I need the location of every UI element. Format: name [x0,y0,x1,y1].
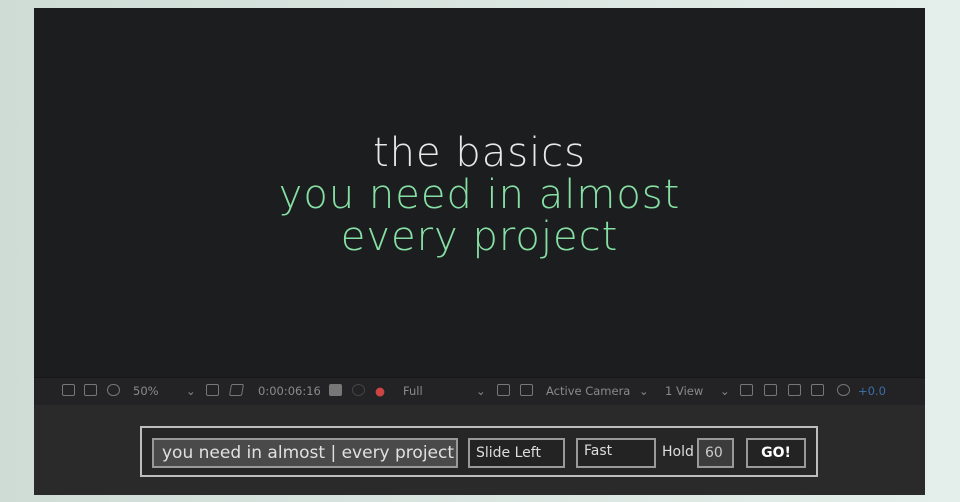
composition-viewer: the basics you need in almost every proj… [34,8,925,377]
chevron-down-icon[interactable]: ⌄ [720,384,730,398]
chevron-down-icon[interactable]: ⌄ [186,384,196,398]
region-of-interest-icon[interactable] [497,384,510,396]
zoom-dropdown[interactable]: 50% [133,384,159,398]
timeline-icon[interactable] [788,384,801,396]
grid-guides-icon[interactable] [206,384,219,396]
exposure-icon[interactable] [837,384,850,396]
hold-input[interactable]: 60 [697,438,734,468]
title-line-3: every project [340,214,619,260]
mask-icon[interactable] [107,384,120,396]
always-preview-icon[interactable] [62,384,75,396]
chevron-down-icon[interactable]: ⌄ [476,384,486,398]
text-input[interactable]: you need in almost | every project [152,438,458,468]
fast-previews-icon[interactable] [764,384,777,396]
text-animator-panel: you need in almost | every project Slide… [140,426,818,477]
animation-select[interactable]: Slide Left [468,438,565,468]
go-button[interactable]: GO! [746,438,806,468]
mask-path-icon[interactable] [228,384,245,396]
title-line-2: you need in almost [278,172,681,218]
viewer-toolbar: 50% ⌄ 0:00:06:16 ● Full ⌄ Active Camera … [34,377,925,405]
composition-window: the basics you need in almost every proj… [34,8,925,495]
hold-label: Hold [662,444,694,460]
camera-snapshot-icon[interactable] [329,384,342,396]
title-line-1: the basics [372,130,587,176]
speed-select[interactable]: Fast [576,438,656,468]
show-snapshot-icon[interactable] [352,384,365,396]
timecode[interactable]: 0:00:06:16 [258,384,321,398]
exposure-value[interactable]: +0.0 [858,384,886,398]
monitor-icon[interactable] [84,384,97,396]
resolution-dropdown[interactable]: Full [403,384,423,398]
toggle-pixel-aspect-icon[interactable] [740,384,753,396]
camera-dropdown[interactable]: Active Camera [546,384,630,398]
color-channels-icon[interactable]: ● [375,384,385,398]
view-layout-dropdown[interactable]: 1 View [665,384,703,398]
transparency-grid-icon[interactable] [520,384,533,396]
flowchart-icon[interactable] [811,384,824,396]
chevron-down-icon[interactable]: ⌄ [639,384,649,398]
